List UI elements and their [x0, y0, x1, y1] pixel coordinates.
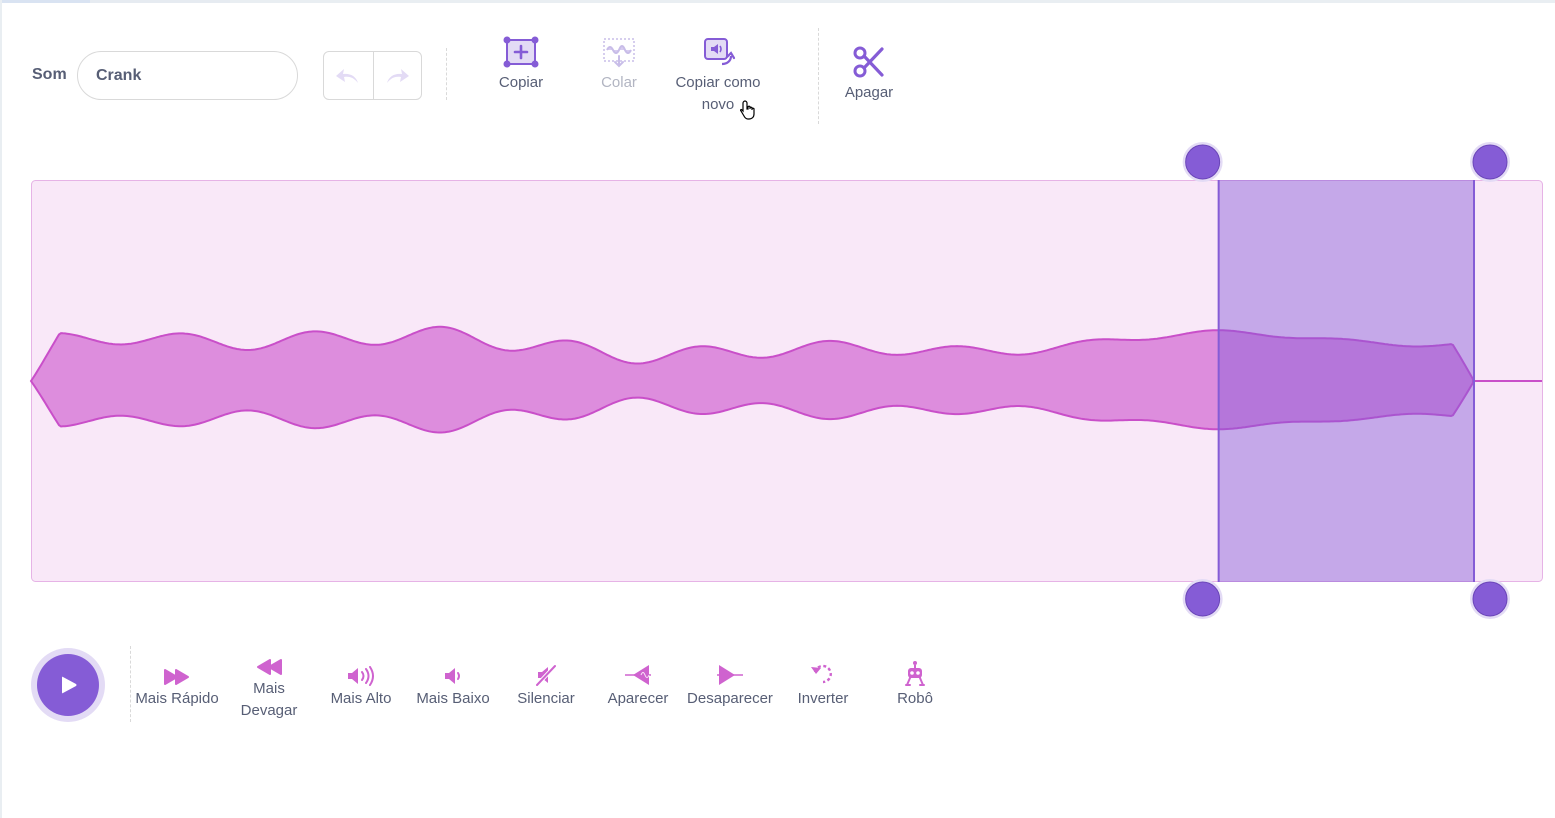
effect-label: Mais Devagar [240, 680, 298, 719]
effect-fade-out-button[interactable]: Desaparecer [682, 656, 778, 710]
effect-fade-in-button[interactable]: Aparecer [590, 656, 686, 710]
effect-label: Desaparecer [687, 690, 773, 707]
effect-label: Mais Rápido [135, 690, 219, 707]
robot-icon [902, 656, 928, 686]
fade-in-icon [623, 656, 653, 686]
effect-mute-button[interactable]: Silenciar [498, 656, 594, 710]
effect-faster-button[interactable]: Mais Rápido [129, 656, 225, 710]
effect-label: Mais Baixo [416, 690, 490, 707]
selection-start-handle-bottom[interactable] [1182, 579, 1223, 619]
softer-icon [443, 656, 463, 686]
play-icon [62, 676, 77, 694]
effect-robot-button[interactable]: Robô [867, 656, 963, 710]
effect-label: Mais Alto [330, 690, 392, 707]
effect-slower-button[interactable]: Mais Devagar [221, 646, 317, 722]
faster-icon [163, 656, 191, 686]
effect-label: Inverter [797, 690, 849, 707]
effect-louder-button[interactable]: Mais Alto [313, 656, 409, 710]
reverse-icon [810, 656, 836, 686]
louder-icon [346, 656, 376, 686]
fade-out-icon [715, 656, 745, 686]
selection-region [1218, 180, 1475, 582]
effect-label: Aparecer [607, 690, 669, 707]
selection-end-handle-top[interactable] [1470, 142, 1511, 182]
slower-icon [255, 646, 283, 676]
effect-label: Robô [897, 690, 933, 707]
effect-softer-button[interactable]: Mais Baixo [405, 656, 501, 710]
selection-start-handle-top[interactable] [1182, 142, 1223, 182]
play-button[interactable] [31, 648, 105, 722]
effect-label: Silenciar [517, 690, 575, 707]
mute-icon [535, 656, 557, 686]
selection-end-handle-bottom[interactable] [1470, 579, 1511, 619]
effect-reverse-button[interactable]: Inverter [775, 656, 871, 710]
